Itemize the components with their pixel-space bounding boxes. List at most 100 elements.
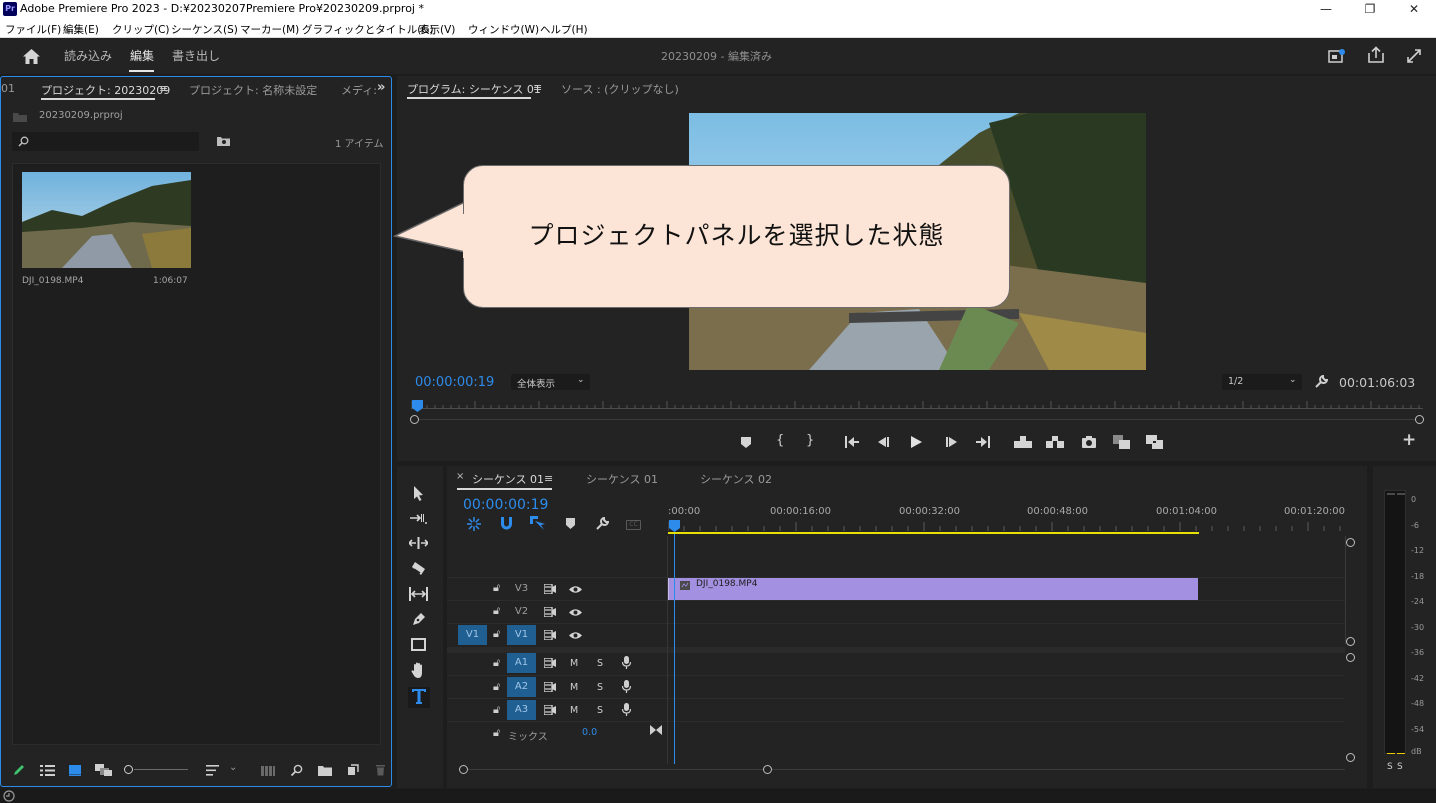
tab-sequence-02[interactable]: シーケンス 02 xyxy=(700,471,772,487)
program-playhead-icon[interactable] xyxy=(412,400,423,412)
lift-icon[interactable] xyxy=(1014,436,1032,448)
timeline-timecode[interactable]: 00:00:00:19 xyxy=(463,497,548,513)
mix-solo-bowtie-icon[interactable] xyxy=(650,725,662,735)
menu-graphics[interactable]: グラフィックとタイトル(G) xyxy=(302,22,434,37)
toggle-output-v3-eye-icon[interactable] xyxy=(569,585,582,594)
quick-export-status-icon[interactable] xyxy=(1328,48,1346,64)
play-icon[interactable] xyxy=(911,436,922,448)
panel-menu-icon[interactable]: ≡ xyxy=(159,83,168,94)
menu-window[interactable]: ウィンドウ(W) xyxy=(468,22,539,37)
fullscreen-icon[interactable] xyxy=(1406,48,1422,64)
export-frame-icon[interactable] xyxy=(1082,436,1096,448)
freeform-view-icon[interactable] xyxy=(95,764,113,777)
hscroll-end-handle[interactable] xyxy=(763,765,772,774)
solo-a2-button[interactable]: S xyxy=(597,682,603,693)
timeline-panel[interactable]: × シーケンス 01 ≡ シーケンス 01 シーケンス 02 00:00:00:… xyxy=(447,466,1367,788)
lock-track-v2-icon[interactable]: 🔓︎ xyxy=(493,605,500,616)
toggle-output-v1-eye-icon[interactable] xyxy=(569,631,582,640)
tab-program-monitor[interactable]: プログラム: シーケンス 01 xyxy=(407,81,541,97)
program-scroll-track[interactable] xyxy=(411,419,1423,420)
lock-track-a1-icon[interactable]: 🔓︎ xyxy=(493,657,500,668)
sort-icons-icon[interactable] xyxy=(206,765,220,776)
sync-lock-a3-icon[interactable] xyxy=(544,705,556,715)
search-field[interactable] xyxy=(12,132,199,151)
type-tool-icon[interactable] xyxy=(412,689,426,704)
tab-edit[interactable]: 編集 xyxy=(130,47,154,64)
share-icon[interactable] xyxy=(1367,46,1385,64)
previous-panel-tab[interactable]: 01 xyxy=(1,82,15,95)
timeline-clip-dji-0198[interactable]: DJI_0198.MP4 xyxy=(668,578,1198,600)
lock-mix-icon[interactable]: 🔓︎ xyxy=(493,727,500,738)
tab-sequence-01-active[interactable]: シーケンス 01 xyxy=(472,471,544,487)
audio-vscroll-bottom-handle[interactable] xyxy=(1346,753,1355,762)
go-to-in-icon[interactable] xyxy=(845,436,859,448)
restore-button[interactable]: ❐ xyxy=(1350,0,1390,19)
project-items-area[interactable]: DJI_0198.MP4 1:06:07 xyxy=(12,163,381,745)
hscroll-start-handle[interactable] xyxy=(459,765,468,774)
new-search-bin-icon[interactable] xyxy=(216,135,231,147)
close-sequence-icon[interactable]: × xyxy=(456,472,464,482)
project-panel[interactable]: 01 プロジェクト: 20230209 ≡ プロジェクト: 名称未設定 メディ:… xyxy=(0,76,392,787)
tab-source-monitor[interactable]: ソース : (クリップなし) xyxy=(561,81,679,97)
automate-to-sequence-icon[interactable] xyxy=(261,766,275,776)
clear-trash-icon[interactable] xyxy=(375,764,386,776)
more-tabs-icon[interactable]: » xyxy=(377,81,385,94)
ripple-edit-tool-icon[interactable] xyxy=(409,537,428,549)
program-scroll-end-handle[interactable] xyxy=(1415,415,1424,424)
audio-vscroll-top-handle[interactable] xyxy=(1346,653,1355,662)
menu-marker[interactable]: マーカー(M) xyxy=(240,22,299,37)
out-point-icon[interactable]: } xyxy=(806,434,814,447)
pen-tool-icon[interactable] xyxy=(411,612,426,627)
timeline-playhead-handle-icon[interactable] xyxy=(669,520,680,532)
razor-tool-icon[interactable] xyxy=(411,561,426,576)
track-target-v1[interactable]: V1 xyxy=(507,625,536,645)
mix-volume-value[interactable]: 0.0 xyxy=(582,727,597,738)
timeline-settings-wrench-icon[interactable] xyxy=(595,517,609,531)
tab-media-browser[interactable]: メディ: xyxy=(341,82,377,98)
video-audio-divider[interactable] xyxy=(447,647,1345,653)
minimize-button[interactable]: — xyxy=(1306,0,1346,19)
menu-clip[interactable]: クリップ(C) xyxy=(112,22,170,37)
lock-track-a3-icon[interactable]: 🔓︎ xyxy=(493,704,500,715)
meter-solo-left-button[interactable]: S xyxy=(1387,762,1393,772)
zoom-slider-handle[interactable] xyxy=(124,765,133,774)
tab-project-20230209[interactable]: プロジェクト: 20230209 xyxy=(41,82,170,98)
panel-menu-icon[interactable]: ≡ xyxy=(544,473,553,484)
add-button-icon[interactable]: + xyxy=(1402,432,1416,449)
program-scroll-start-handle[interactable] xyxy=(410,415,419,424)
solo-a1-button[interactable]: S xyxy=(597,658,603,669)
list-view-icon[interactable] xyxy=(40,765,55,776)
video-track-vertical-scroll[interactable] xyxy=(1345,536,1346,644)
menu-sequence[interactable]: シーケンス(S) xyxy=(171,22,238,37)
clip-thumbnail[interactable] xyxy=(22,172,191,268)
lock-track-v3-icon[interactable]: 🔓︎ xyxy=(493,582,500,593)
write-protect-icon[interactable] xyxy=(12,763,26,777)
tab-sequence-01[interactable]: シーケンス 01 xyxy=(586,471,658,487)
close-window-button[interactable]: ✕ xyxy=(1394,0,1434,19)
voiceover-a3-mic-icon[interactable] xyxy=(622,703,631,716)
go-to-out-icon[interactable] xyxy=(976,436,990,448)
track-target-a2[interactable]: A2 xyxy=(507,677,536,697)
track-name-v2[interactable]: V2 xyxy=(507,606,536,617)
timeline-playhead-line[interactable] xyxy=(674,534,675,764)
step-back-icon[interactable] xyxy=(878,437,890,447)
find-icon[interactable] xyxy=(290,764,303,777)
track-target-a1[interactable]: A1 xyxy=(507,653,536,673)
add-marker-icon[interactable] xyxy=(566,518,575,529)
mute-a2-button[interactable]: M xyxy=(570,682,578,693)
sync-lock-a1-icon[interactable] xyxy=(544,658,556,668)
snap-icon[interactable] xyxy=(500,517,513,530)
selection-tool-icon[interactable] xyxy=(413,486,424,501)
program-current-timecode[interactable]: 00:00:00:19 xyxy=(415,375,494,390)
toggle-output-v2-eye-icon[interactable] xyxy=(569,608,582,617)
sync-lock-v3-icon[interactable] xyxy=(544,584,556,594)
mute-a1-button[interactable]: M xyxy=(570,658,578,669)
menu-file[interactable]: ファイル(F) xyxy=(5,22,61,37)
track-name-v3[interactable]: V3 xyxy=(507,583,536,594)
tab-export[interactable]: 書き出し xyxy=(172,47,220,64)
video-vscroll-top-handle[interactable] xyxy=(1346,538,1355,547)
linked-selection-icon[interactable] xyxy=(530,516,545,530)
lock-track-a2-icon[interactable]: 🔓︎ xyxy=(493,681,500,692)
sync-lock-v2-icon[interactable] xyxy=(544,607,556,617)
in-point-icon[interactable]: { xyxy=(776,434,784,447)
